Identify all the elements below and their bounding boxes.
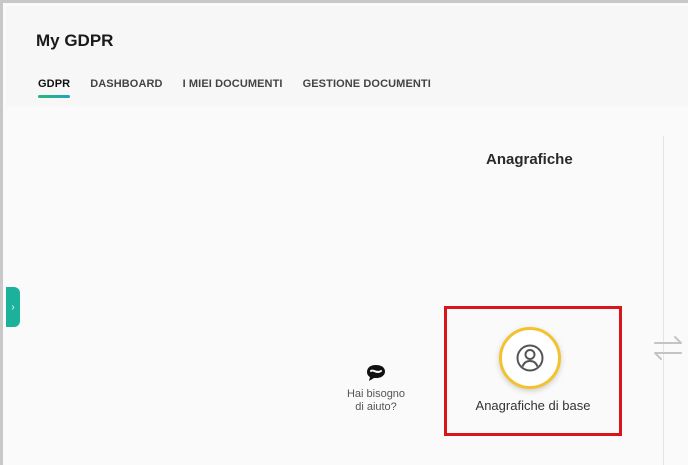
card-label: Anagrafiche di base <box>475 398 591 413</box>
help-chat-icon <box>367 365 385 381</box>
tab-gdpr[interactable]: GDPR <box>38 78 71 98</box>
main-tabs: GDPR DASHBOARD I MIEI DOCUMENTI GESTIONE… <box>38 78 451 98</box>
tab-gestione-documenti[interactable]: GESTIONE DOCUMENTI <box>303 78 431 98</box>
tab-dashboard[interactable]: DASHBOARD <box>90 78 162 98</box>
card-icon-circle <box>499 327 561 389</box>
app-title: My GDPR <box>36 31 114 50</box>
page-header: My GDPR GDPR DASHBOARD I MIEI DOCUMENTI … <box>6 6 688 106</box>
chevron-right-icon: › <box>11 301 15 313</box>
side-panel-toggle[interactable]: › <box>6 287 20 327</box>
user-circle-icon <box>516 344 544 372</box>
app-window: My GDPR GDPR DASHBOARD I MIEI DOCUMENTI … <box>0 0 688 465</box>
help-text-line2: di aiuto? <box>355 401 397 413</box>
main-content: Anagrafiche Hai bisogno di aiuto? Anagra… <box>6 106 688 465</box>
help-text-line1: Hai bisogno <box>346 388 406 400</box>
anagrafiche-di-base-card[interactable]: Anagrafiche di base <box>444 306 622 436</box>
column-divider <box>663 136 664 465</box>
help-button[interactable]: Hai bisogno di aiuto? <box>331 364 421 414</box>
swap-arrows-icon[interactable] <box>651 331 685 365</box>
section-title: Anagrafiche <box>486 151 573 168</box>
tab-i-miei-documenti[interactable]: I MIEI DOCUMENTI <box>183 78 283 98</box>
